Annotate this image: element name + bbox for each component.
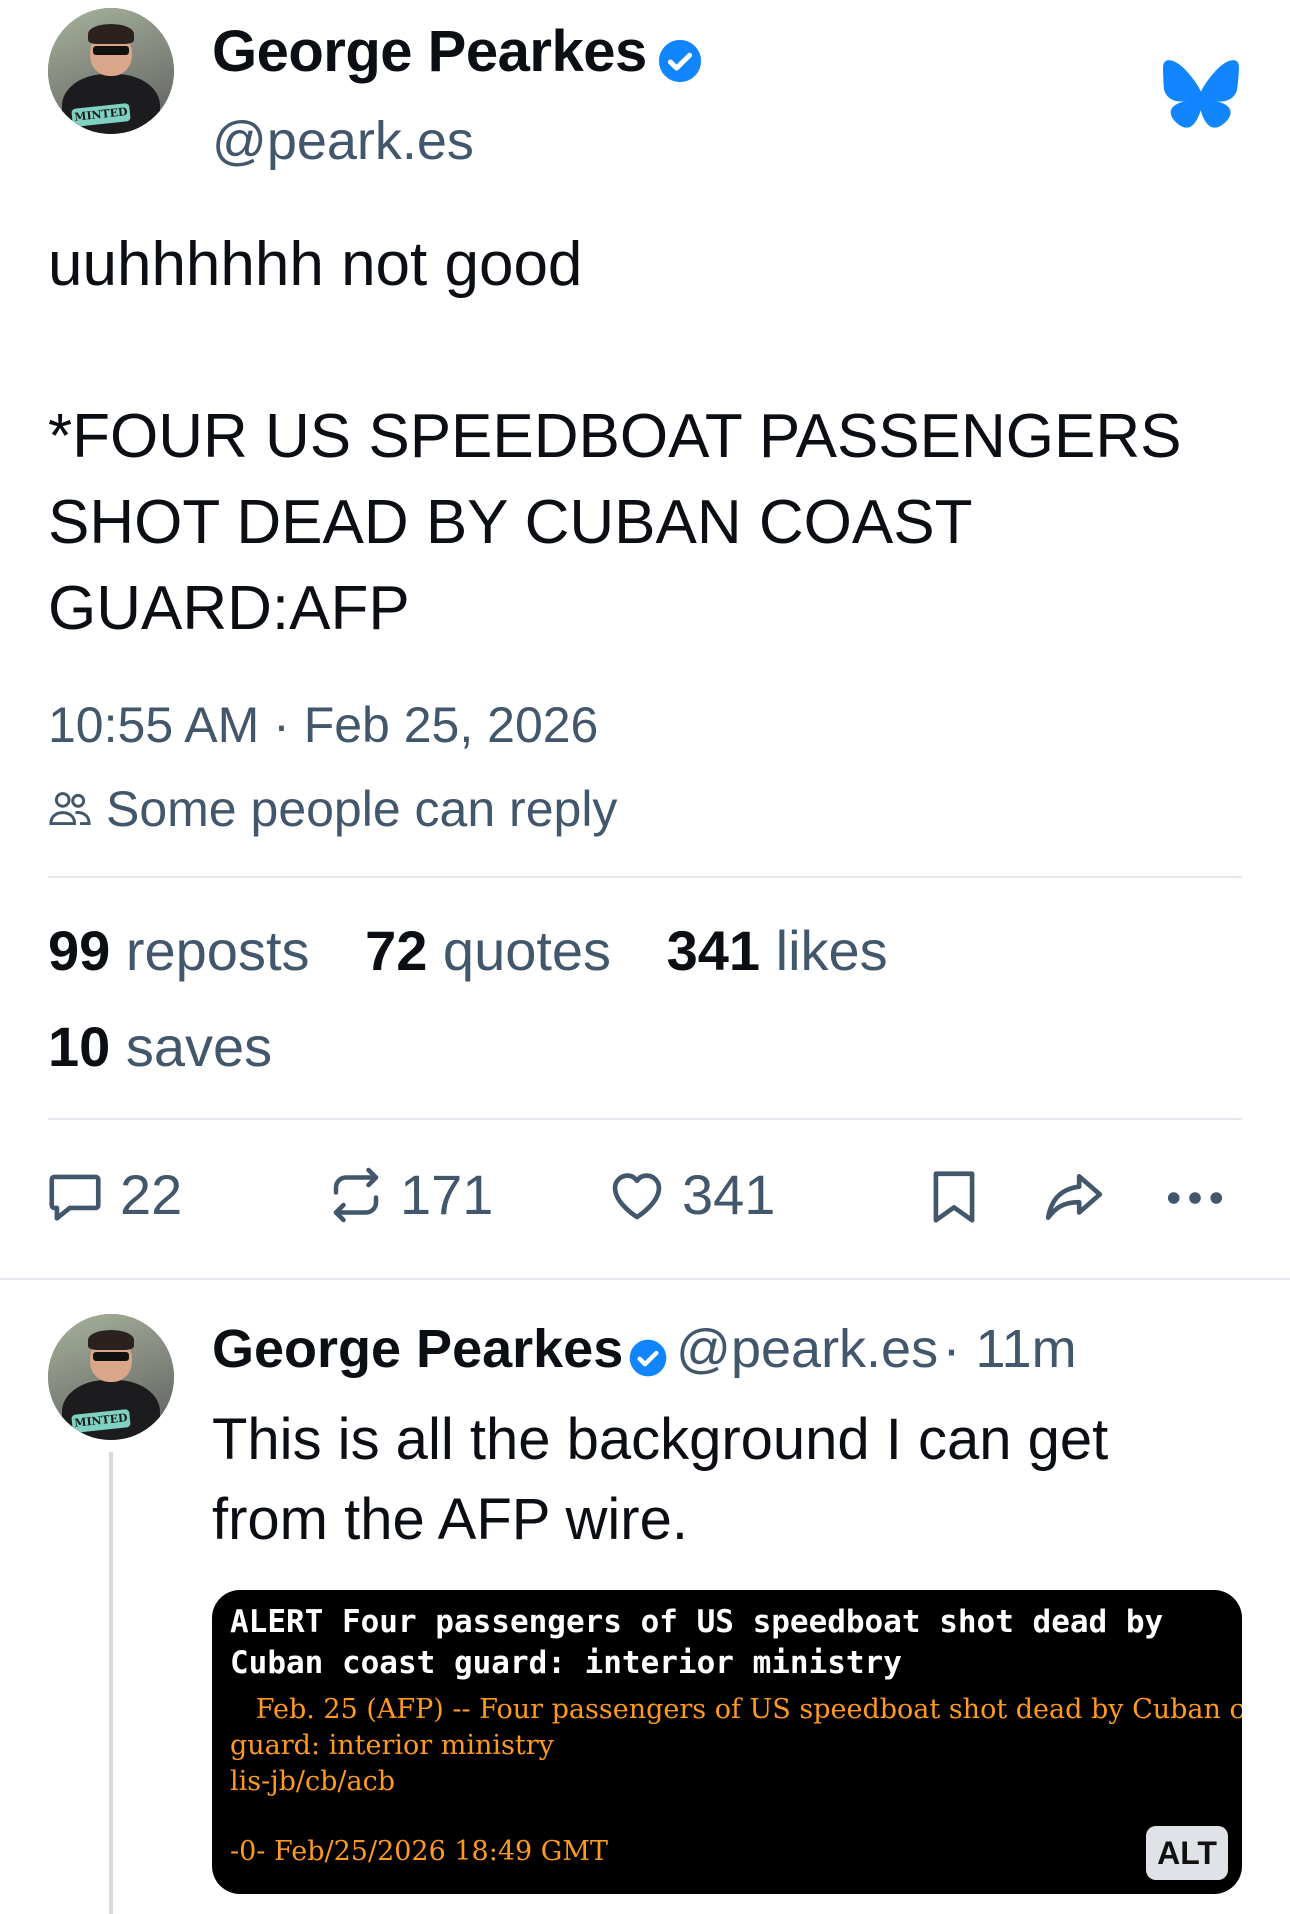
wire-footer: -0- Feb/25/2026 18:49 GMT: [230, 1836, 608, 1867]
post-timestamp[interactable]: 10:55 AM · Feb 25, 2026: [48, 696, 598, 754]
heart-icon: [612, 1172, 662, 1219]
reply-setting[interactable]: Some people can reply: [48, 780, 617, 838]
reply-body-text: This is all the background I can get fro…: [212, 1407, 1109, 1552]
author-display-name[interactable]: George Pearkes: [212, 19, 647, 84]
divider: [48, 1118, 1242, 1120]
reply-button[interactable]: 22: [44, 1162, 182, 1227]
wire-headline-line-1: ALERT Four passengers of US speedboat sh…: [230, 1604, 1164, 1640]
repost-count: 171: [400, 1163, 494, 1226]
people-icon: [49, 792, 91, 825]
reply-setting-label: Some people can reply: [106, 781, 618, 837]
author-avatar[interactable]: MINTED: [48, 8, 174, 134]
share-icon[interactable]: [1042, 1166, 1106, 1228]
reply-header: George Pearkes @peark.es · 11m: [212, 1318, 1077, 1380]
wire-body-line-1: Feb. 25 (AFP) -- Four passengers of US s…: [230, 1694, 1242, 1725]
wire-screenshot-image[interactable]: ALERT Four passengers of US speedboat sh…: [212, 1590, 1242, 1894]
post-author-header: George Pearkes: [212, 18, 703, 85]
more-icon[interactable]: [1166, 1188, 1224, 1208]
section-divider: [0, 1278, 1290, 1280]
verified-badge-icon: [659, 39, 702, 82]
like-button[interactable]: 341: [606, 1162, 775, 1227]
reply-author-avatar[interactable]: MINTED: [48, 1314, 174, 1440]
alt-text-button[interactable]: ALT: [1146, 1826, 1228, 1880]
reply-author-handle[interactable]: @peark.es: [676, 1319, 938, 1379]
saves-stat[interactable]: 10 saves: [48, 1014, 272, 1079]
post-stats-row: 99 reposts 72 quotes 341 likes: [48, 918, 888, 983]
wire-body-line-2: guard: interior ministry: [230, 1730, 554, 1761]
like-count: 341: [682, 1163, 776, 1226]
reply-age[interactable]: · 11m: [943, 1319, 1077, 1379]
repost-button[interactable]: 171: [326, 1162, 493, 1227]
likes-stat[interactable]: 341 likes: [667, 919, 888, 982]
wire-headline-line-2: Cuban coast guard: interior ministry: [230, 1645, 902, 1681]
thread-line: [109, 1452, 113, 1914]
bookmark-icon[interactable]: [927, 1166, 981, 1228]
verified-badge-icon: [629, 1339, 667, 1377]
butterfly-icon[interactable]: [1163, 60, 1239, 128]
wire-body-line-3: lis-jb/cb/acb: [230, 1766, 396, 1797]
quotes-stat[interactable]: 72 quotes: [365, 919, 627, 982]
reply-bubble-icon: [49, 1174, 101, 1221]
post-body-text: uuhhhhhh not good *FOUR US SPEEDBOAT PAS…: [48, 230, 1182, 643]
reposts-stat[interactable]: 99 reposts: [48, 919, 325, 982]
reply-count: 22: [120, 1163, 183, 1226]
author-handle[interactable]: @peark.es: [212, 110, 474, 172]
repost-icon: [333, 1167, 379, 1222]
divider: [48, 876, 1242, 878]
reply-author-name[interactable]: George Pearkes: [212, 1319, 623, 1379]
